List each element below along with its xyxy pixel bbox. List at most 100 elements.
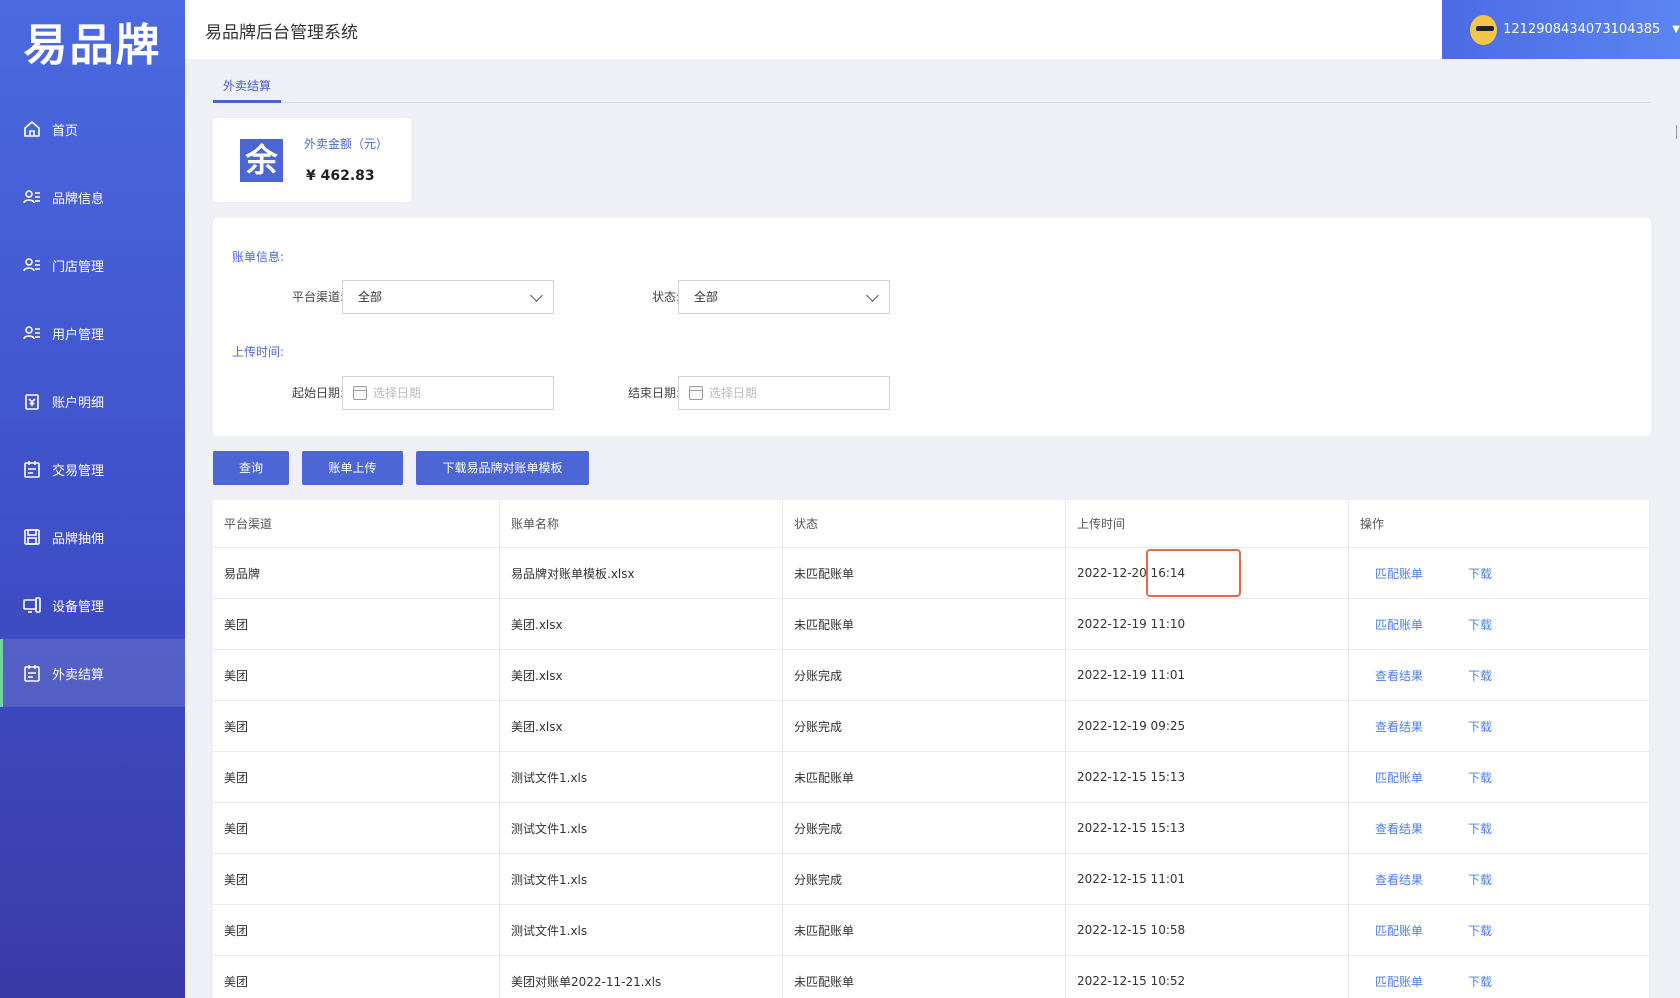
match-bill-link[interactable]: 匹配账单 [1375, 565, 1423, 582]
sidebar-item-7[interactable]: 设备管理 [0, 571, 185, 639]
actions-cell: 查看结果 下载 [1349, 650, 1649, 700]
sidebar-item-6[interactable]: 品牌抽佣 [0, 503, 185, 571]
takeaway-amount-card: 余 外卖金额（元） ¥ 462.83 [213, 118, 411, 202]
upload-bill-button[interactable]: 账单上传 [302, 451, 403, 485]
sidebar-item-label: 外卖结算 [52, 667, 105, 683]
channel-cell: 美团 [213, 701, 500, 751]
sidebar-item-label: 设备管理 [52, 599, 105, 615]
bill-name-cell: 测试文件1.xls [500, 905, 783, 955]
channel-cell: 美团 [213, 752, 500, 802]
caret-down-icon: ▼ [1672, 24, 1680, 35]
upload-time-cell: 2022-12-15 15:13 [1066, 752, 1349, 802]
status-cell: 未匹配账单 [783, 905, 1066, 955]
upload-time-title: 上传时间: [232, 345, 285, 359]
match-bill-link[interactable]: 匹配账单 [1375, 769, 1423, 786]
actions-cell: 匹配账单 下载 [1349, 956, 1649, 998]
end-date-placeholder: 选择日期 [709, 386, 758, 400]
table-row: 美团 美团.xlsx 分账完成 2022-12-19 11:01 查看结果 下载 [213, 650, 1649, 701]
status-select[interactable]: 全部 [678, 280, 890, 314]
table-row: 美团 美团.xlsx 未匹配账单 2022-12-19 11:10 匹配账单 下载 [213, 599, 1649, 650]
user-list-icon [22, 187, 42, 207]
amount-value: ¥ 462.83 [306, 168, 375, 184]
sidebar-item-0[interactable]: 首页 [0, 95, 185, 163]
scroll-indicator[interactable] [1676, 125, 1680, 139]
download-link[interactable]: 下载 [1468, 769, 1492, 786]
start-date-label: 起始日期: [291, 386, 344, 400]
bill-table: 平台渠道 账单名称 状态 上传时间 操作 易品牌 易品牌对账单模板.xlsx 未匹配… [213, 500, 1649, 998]
amount-label: 外卖金额（元） [304, 137, 389, 151]
sidebar-item-label: 品牌信息 [52, 191, 105, 207]
match-bill-link[interactable]: 匹配账单 [1375, 973, 1423, 990]
filter-panel: 账单信息: 平台渠道: 全部 状态: 全部 上传时间: 起始日期: 选择日期 结… [213, 218, 1651, 436]
status-cell: 未匹配账单 [783, 956, 1066, 998]
avatar [1470, 14, 1498, 45]
bill-name-cell: 美团.xlsx [500, 701, 783, 751]
bill-name-cell: 美团.xlsx [500, 650, 783, 700]
user-menu[interactable]: 1212908434073104385 ▼ [1442, 0, 1680, 59]
download-link[interactable]: 下载 [1468, 973, 1492, 990]
query-button[interactable]: 查询 [213, 451, 289, 485]
sidebar-item-2[interactable]: 门店管理 [0, 231, 185, 299]
table-row: 美团 测试文件1.xls 未匹配账单 2022-12-15 10:58 匹配账单 下载 [213, 905, 1649, 956]
upload-time-cell: 2022-12-19 11:10 [1066, 599, 1349, 649]
upload-time-cell: 2022-12-19 09:25 [1066, 701, 1349, 751]
bill-name-cell: 测试文件1.xls [500, 752, 783, 802]
download-link[interactable]: 下载 [1468, 565, 1492, 582]
channel-label: 平台渠道: [291, 290, 344, 304]
bill-name-cell: 易品牌对账单模板.xlsx [500, 548, 783, 598]
status-cell: 分账完成 [783, 701, 1066, 751]
channel-select-value: 全部 [358, 290, 383, 304]
download-link[interactable]: 下载 [1468, 922, 1492, 939]
sidebar-item-label: 品牌抽佣 [52, 531, 105, 547]
wallet-icon [22, 391, 42, 411]
channel-cell: 美团 [213, 854, 500, 904]
channel-cell: 易品牌 [213, 548, 500, 598]
sidebar-item-1[interactable]: 品牌信息 [0, 163, 185, 231]
start-date-input[interactable]: 选择日期 [342, 376, 554, 410]
download-template-button[interactable]: 下载易品牌对账单模板 [416, 451, 589, 485]
channel-cell: 美团 [213, 905, 500, 955]
sidebar-item-label: 门店管理 [52, 259, 105, 275]
channel-select[interactable]: 全部 [342, 280, 554, 314]
actions-cell: 查看结果 下载 [1349, 701, 1649, 751]
sidebar-item-label: 首页 [52, 123, 79, 139]
top-header: 易品牌后台管理系统 1212908434073104385 ▼ [185, 0, 1680, 59]
save-icon [22, 527, 42, 547]
download-link[interactable]: 下载 [1468, 667, 1492, 684]
download-link[interactable]: 下载 [1468, 871, 1492, 888]
clipboard-icon [22, 663, 42, 683]
sidebar-item-8[interactable]: 外卖结算 [0, 639, 185, 707]
sidebar-item-3[interactable]: 用户管理 [0, 299, 185, 367]
end-date-input[interactable]: 选择日期 [678, 376, 890, 410]
channel-cell: 美团 [213, 650, 500, 700]
upload-time-cell: 2022-12-19 11:01 [1066, 650, 1349, 700]
table-row: 美团 测试文件1.xls 分账完成 2022-12-15 15:13 查看结果 下载 [213, 803, 1649, 854]
tab-takeaway-settlement[interactable]: 外卖结算 [213, 72, 281, 103]
view-result-link[interactable]: 查看结果 [1375, 871, 1423, 888]
sidebar-item-4[interactable]: 账户明细 [0, 367, 185, 435]
status-label: 状态: [651, 290, 680, 304]
end-date-label: 结束日期: [627, 386, 680, 400]
chevron-down-icon [866, 289, 879, 302]
view-result-link[interactable]: 查看结果 [1375, 667, 1423, 684]
header-actions: 操作 [1360, 517, 1385, 531]
view-result-link[interactable]: 查看结果 [1375, 718, 1423, 735]
clipboard-icon [22, 459, 42, 479]
status-select-value: 全部 [694, 290, 719, 304]
download-link[interactable]: 下载 [1468, 616, 1492, 633]
download-link[interactable]: 下载 [1468, 718, 1492, 735]
upload-time-cell: 2022-12-15 10:58 [1066, 905, 1349, 955]
view-result-link[interactable]: 查看结果 [1375, 820, 1423, 837]
actions-cell: 匹配账单 下载 [1349, 905, 1649, 955]
match-bill-link[interactable]: 匹配账单 [1375, 616, 1423, 633]
upload-time-cell: 2022-12-15 10:52 [1066, 956, 1349, 998]
download-link[interactable]: 下载 [1468, 820, 1492, 837]
bill-name-cell: 测试文件1.xls [500, 854, 783, 904]
calendar-icon [689, 386, 703, 400]
status-cell: 分账完成 [783, 650, 1066, 700]
sidebar-item-5[interactable]: 交易管理 [0, 435, 185, 503]
header-bill-name: 账单名称 [500, 500, 783, 547]
sidebar: 易品牌 首页 品牌信息 门店管理 用户管理 账户明细 交易管理 品牌抽佣 设备管理 外卖结算 [0, 0, 185, 998]
table-row: 美团 测试文件1.xls 未匹配账单 2022-12-15 15:13 匹配账单 下载 [213, 752, 1649, 803]
match-bill-link[interactable]: 匹配账单 [1375, 922, 1423, 939]
